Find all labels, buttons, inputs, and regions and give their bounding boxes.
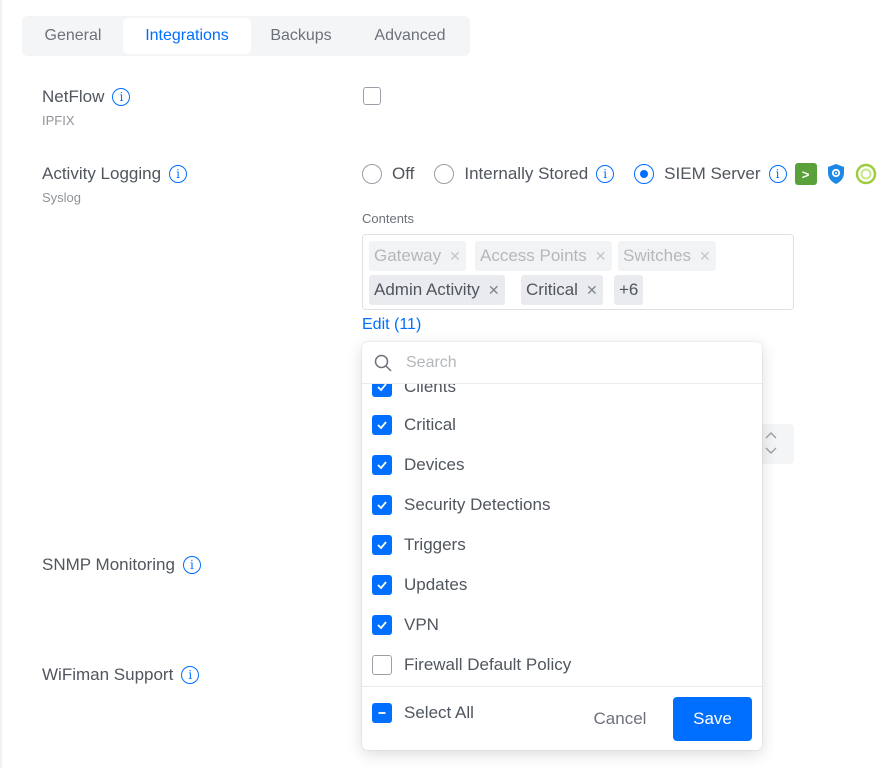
checkbox-checked-icon[interactable] xyxy=(372,415,392,435)
radio-internally-stored[interactable] xyxy=(434,164,455,184)
netflow-label: NetFlow xyxy=(42,87,105,106)
activity-logging-label: Activity Logging xyxy=(42,164,162,183)
snmp-setting: SNMP Monitoring i xyxy=(42,553,201,577)
radio-siem-server[interactable] xyxy=(634,164,655,184)
checkbox-unchecked-icon[interactable] xyxy=(372,655,392,675)
netflow-checkbox[interactable] xyxy=(363,87,381,105)
select-all-option[interactable]: Select All xyxy=(372,701,474,725)
close-icon: ✕ xyxy=(449,248,461,264)
search-input[interactable] xyxy=(406,350,746,376)
chip-critical-remove-icon[interactable]: ✕ xyxy=(586,282,598,298)
radio-siem-server-label[interactable]: SIEM Server xyxy=(664,164,760,184)
page-left-border xyxy=(0,0,2,768)
option-devices[interactable]: Devices xyxy=(372,453,464,477)
netflow-info-icon[interactable]: i xyxy=(112,88,131,106)
checkbox-checked-icon[interactable] xyxy=(372,455,392,475)
dropdown-options-list: Clients Critical Devices Security Detect… xyxy=(362,384,762,686)
edit-contents-link[interactable]: Edit (11) xyxy=(362,316,421,334)
contents-dropdown-panel: Clients Critical Devices Security Detect… xyxy=(362,342,762,750)
checkbox-checked-icon[interactable] xyxy=(372,495,392,515)
checkbox-checked-icon[interactable] xyxy=(372,615,392,635)
close-icon: ✕ xyxy=(594,248,607,264)
activity-logging-radio-group: Off Internally Stored i SIEM Server i > xyxy=(362,162,877,186)
shield-brand-icon xyxy=(825,163,847,185)
activity-logging-setting: Activity Logging i Syslog xyxy=(42,162,188,205)
wifiman-label: WiFiman Support xyxy=(42,665,174,684)
chip-admin-activity-remove-icon[interactable]: ✕ xyxy=(488,282,500,298)
cancel-button[interactable]: Cancel xyxy=(584,697,656,741)
contents-label: Contents xyxy=(362,211,415,226)
option-vpn[interactable]: VPN xyxy=(372,613,439,637)
option-security-detections[interactable]: Security Detections xyxy=(372,493,550,517)
snmp-info-icon[interactable]: i xyxy=(182,556,201,574)
chip-more-count[interactable]: +6 xyxy=(614,275,644,305)
netflow-setting: NetFlow i IPFIX xyxy=(42,85,131,128)
checkbox-checked-icon[interactable] xyxy=(372,384,392,397)
search-icon xyxy=(374,354,392,372)
snmp-label: SNMP Monitoring xyxy=(42,555,175,574)
checkbox-indeterminate-icon[interactable] xyxy=(372,703,392,723)
settings-tabs: General Integrations Backups Advanced xyxy=(22,16,470,56)
chip-switches: Switches ✕ xyxy=(618,241,716,271)
tab-integrations[interactable]: Integrations xyxy=(123,18,251,54)
save-button[interactable]: Save xyxy=(673,697,752,741)
checkbox-checked-icon[interactable] xyxy=(372,535,392,555)
radio-off-label[interactable]: Off xyxy=(392,164,414,184)
netflow-sublabel: IPFIX xyxy=(42,113,75,128)
option-firewall-default-policy[interactable]: Firewall Default Policy xyxy=(372,653,571,677)
chip-access-points: Access Points ✕ xyxy=(475,241,612,271)
tab-advanced[interactable]: Advanced xyxy=(352,18,468,54)
chip-critical: Critical ✕ xyxy=(521,275,603,305)
chip-admin-activity: Admin Activity ✕ xyxy=(369,275,505,305)
option-clients[interactable]: Clients xyxy=(372,384,456,399)
splunk-icon: > xyxy=(794,163,817,185)
checkbox-checked-icon[interactable] xyxy=(372,575,392,595)
option-updates[interactable]: Updates xyxy=(372,573,467,597)
chip-gateway: Gateway ✕ xyxy=(369,241,466,271)
wifiman-setting: WiFiman Support i xyxy=(42,663,200,687)
qradar-icon xyxy=(855,163,877,185)
option-triggers[interactable]: Triggers xyxy=(372,533,466,557)
activity-logging-sublabel: Syslog xyxy=(42,190,82,205)
contents-multiselect[interactable]: Gateway ✕ Access Points ✕ Switches ✕ Admin … xyxy=(362,234,794,310)
tab-backups[interactable]: Backups xyxy=(252,18,350,54)
wifiman-info-icon[interactable]: i xyxy=(181,666,200,684)
radio-internally-stored-label[interactable]: Internally Stored xyxy=(464,164,588,184)
dropdown-search xyxy=(362,342,762,384)
radio-off[interactable] xyxy=(362,164,382,184)
internally-stored-info-icon[interactable]: i xyxy=(596,165,615,183)
dropdown-footer: Select All Cancel Save xyxy=(362,686,762,750)
chevron-down-icon[interactable] xyxy=(764,446,778,458)
activity-logging-info-icon[interactable]: i xyxy=(169,165,188,183)
siem-server-info-icon[interactable]: i xyxy=(768,165,787,183)
tab-general[interactable]: General xyxy=(24,18,122,54)
option-critical[interactable]: Critical xyxy=(372,413,456,437)
close-icon: ✕ xyxy=(699,248,711,264)
chevron-up-icon[interactable] xyxy=(764,430,778,442)
